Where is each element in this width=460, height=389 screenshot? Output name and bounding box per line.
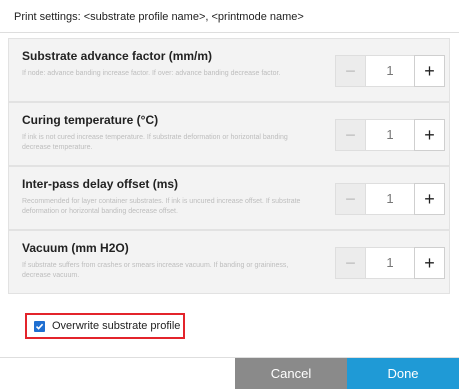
increment-button[interactable]: + (414, 55, 445, 87)
decrement-button[interactable]: − (335, 55, 366, 87)
title-divider (0, 32, 459, 33)
inter-pass-delay-stepper: − 1 + (335, 183, 445, 215)
dialog-title: Print settings: <substrate profile name>… (14, 11, 304, 23)
setting-description: Recommended for layer container substrat… (22, 198, 301, 215)
decrement-button[interactable]: − (335, 183, 366, 215)
setting-label: Vacuum (mm H2O) (22, 241, 129, 255)
decrement-button[interactable]: − (335, 119, 366, 151)
overwrite-label: Overwrite substrate profile (52, 320, 181, 332)
setting-description: If node: advance banding increase factor… (22, 70, 281, 77)
cancel-button[interactable]: Cancel (235, 358, 347, 389)
setting-label: Inter-pass delay offset (ms) (22, 177, 179, 191)
setting-label: Curing temperature (°C) (22, 113, 159, 127)
overwrite-substrate-profile-option[interactable]: Overwrite substrate profile (25, 313, 185, 339)
increment-button[interactable]: + (414, 119, 445, 151)
increment-button[interactable]: + (414, 183, 445, 215)
stepper-value[interactable]: 1 (366, 247, 414, 279)
setting-label: Substrate advance factor (mm/m) (22, 49, 213, 63)
increment-button[interactable]: + (414, 247, 445, 279)
stepper-value[interactable]: 1 (366, 55, 414, 87)
decrement-button[interactable]: − (335, 247, 366, 279)
setting-description: If substrate suffers from crashes or sme… (22, 262, 289, 279)
stepper-value[interactable]: 1 (366, 119, 414, 151)
checkmark-icon (35, 323, 44, 330)
print-settings-dialog: Print settings: <substrate profile name>… (0, 0, 459, 389)
setting-row-inter-pass-delay: Inter-pass delay offset (ms) Recommended… (8, 166, 450, 230)
setting-description: If ink is not cured increase temperature… (22, 134, 288, 151)
setting-row-curing-temperature: Curing temperature (°C) If ink is not cu… (8, 102, 450, 166)
substrate-advance-stepper: − 1 + (335, 55, 445, 87)
done-button[interactable]: Done (347, 358, 459, 389)
vacuum-stepper: − 1 + (335, 247, 445, 279)
stepper-value[interactable]: 1 (366, 183, 414, 215)
setting-row-substrate-advance: Substrate advance factor (mm/m) If node:… (8, 38, 450, 102)
curing-temperature-stepper: − 1 + (335, 119, 445, 151)
overwrite-checkbox[interactable] (34, 321, 45, 332)
setting-row-vacuum: Vacuum (mm H2O) If substrate suffers fro… (8, 230, 450, 294)
